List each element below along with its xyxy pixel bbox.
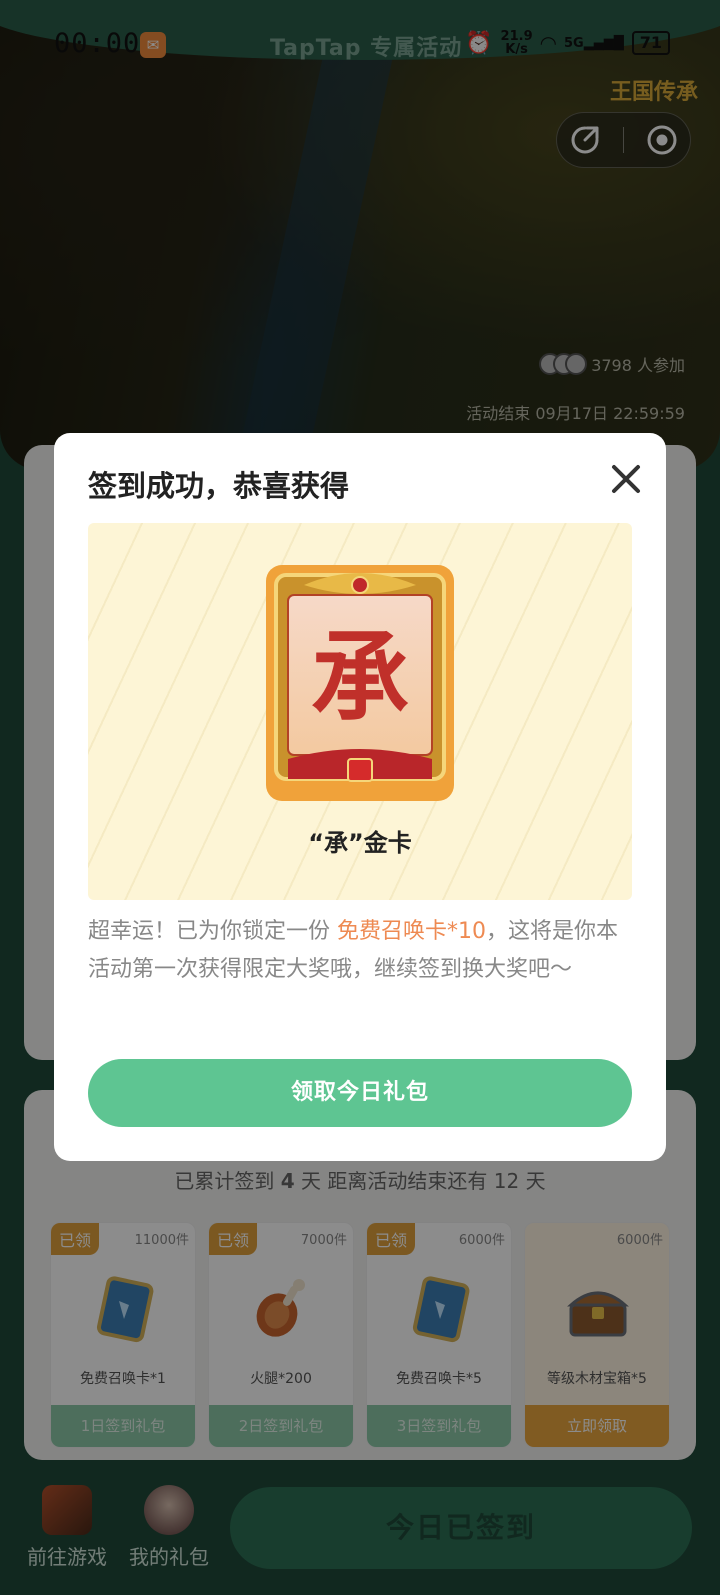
claim-today-gift-button[interactable]: 领取今日礼包 <box>88 1059 632 1127</box>
prize-name: “承”金卡 <box>308 829 412 857</box>
signin-success-dialog: 签到成功，恭喜获得 承 “承”金卡 超幸运！已为你锁定一份 免费召唤卡*10，这… <box>54 433 666 1161</box>
gold-card-image: 承 <box>266 565 454 801</box>
close-icon[interactable] <box>606 459 646 499</box>
prize-panel: 承 “承”金卡 <box>88 523 632 900</box>
card-glyph: 承 <box>311 621 409 735</box>
dialog-title: 签到成功，恭喜获得 <box>88 469 350 503</box>
prize-description: 超幸运！已为你锁定一份 免费召唤卡*10，这将是你本活动第一次获得限定大奖哦，继… <box>88 919 619 982</box>
prize-highlight: 免费召唤卡*10 <box>337 919 486 944</box>
